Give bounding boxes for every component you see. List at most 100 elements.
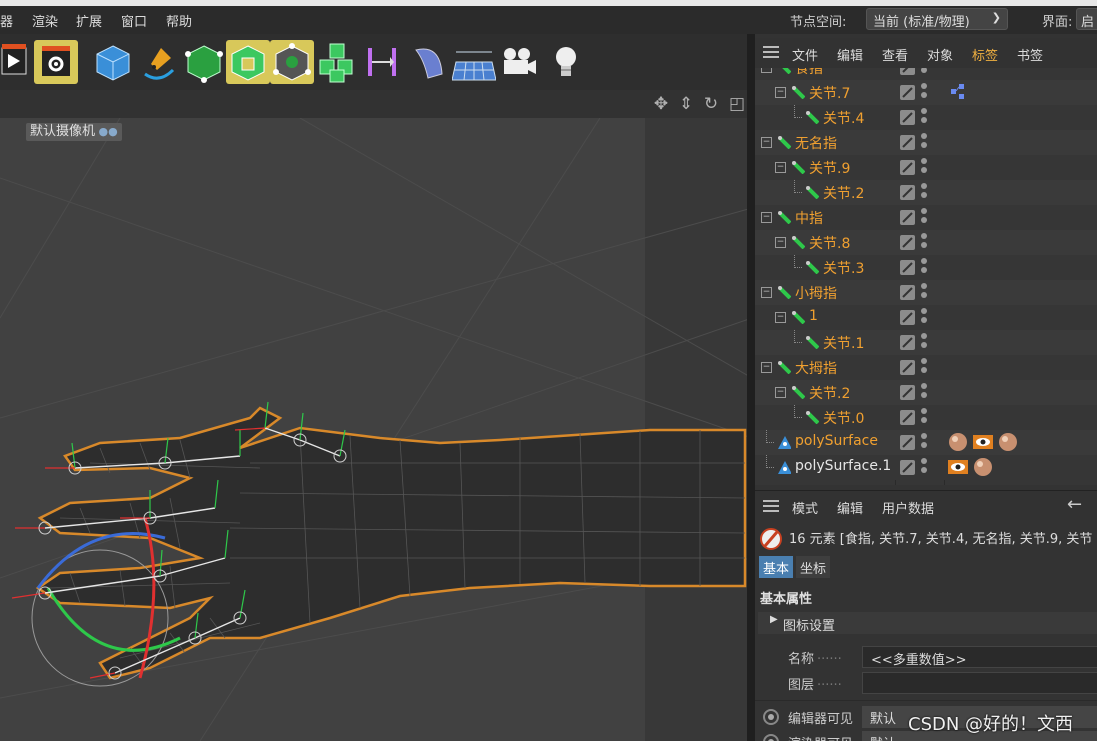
object-row[interactable]: − 关节.8 (755, 230, 1097, 255)
object-name-cell[interactable]: − 无名指 (755, 130, 895, 155)
volume-icon[interactable] (270, 40, 314, 84)
render-view-icon[interactable] (0, 40, 30, 84)
menu-item-render[interactable]: 渲染 (32, 11, 58, 30)
object-name-cell[interactable]: − 关节.9 (755, 155, 895, 180)
visibility-dots-icon[interactable] (921, 233, 927, 252)
object-row[interactable]: − 中指 (755, 205, 1097, 230)
panel-splitter[interactable] (747, 34, 755, 741)
collapse-icon[interactable]: − (761, 68, 772, 73)
material-ball-icon[interactable] (947, 431, 969, 453)
object-row[interactable]: 关节.1 (755, 330, 1097, 355)
object-name-cell[interactable]: − 小拇指 (755, 280, 895, 305)
object-name[interactable]: 关节.2 (809, 383, 850, 403)
cloner-icon[interactable] (316, 40, 360, 84)
visibility-dots-icon[interactable] (921, 133, 927, 152)
visibility-dots-icon[interactable] (921, 258, 927, 277)
visibility-dots-icon[interactable] (921, 408, 927, 427)
object-name-cell[interactable]: polySurface.1 (755, 455, 895, 480)
field-icon[interactable] (406, 40, 450, 84)
object-name-cell[interactable]: − 食指 (755, 68, 895, 80)
object-row[interactable]: polySurface.1 (755, 455, 1097, 480)
object-row[interactable]: 关节.3 (755, 255, 1097, 280)
object-row[interactable]: − 小拇指 (755, 280, 1097, 305)
menu-item-window[interactable]: 窗口 (121, 11, 147, 30)
pen-spline-icon[interactable] (137, 40, 181, 84)
object-name[interactable]: polySurface.1 (795, 458, 891, 474)
material-ball-icon[interactable] (997, 431, 1019, 453)
menu-item-tools[interactable]: 器 (0, 11, 13, 30)
om-menu-bookmarks[interactable]: 书签 (1017, 45, 1043, 64)
move-view-icon[interactable]: ✥ (652, 95, 670, 113)
om-menu-edit[interactable]: 编辑 (837, 45, 863, 64)
visibility-dots-icon[interactable] (921, 308, 927, 327)
object-name-cell[interactable]: 关节.3 (755, 255, 895, 280)
visibility-dots-icon[interactable] (921, 458, 927, 477)
layer-edit-icon[interactable] (900, 110, 915, 125)
collapse-icon[interactable]: − (775, 162, 786, 173)
render-settings-icon[interactable] (34, 40, 78, 84)
visibility-dots-icon[interactable] (921, 183, 927, 202)
menu-item-extensions[interactable]: 扩展 (76, 11, 102, 30)
object-name[interactable]: 关节.9 (809, 158, 850, 178)
layer-edit-icon[interactable] (900, 185, 915, 200)
layer-edit-icon[interactable] (900, 410, 915, 425)
object-row[interactable]: − 大拇指 (755, 355, 1097, 380)
deformer-icon[interactable] (360, 40, 404, 84)
collapse-icon[interactable]: − (761, 212, 772, 223)
visibility-dots-icon[interactable] (921, 108, 927, 127)
layout-dropdown[interactable]: 启 (1076, 8, 1097, 30)
object-name-cell[interactable]: 关节.0 (755, 405, 895, 430)
layer-edit-icon[interactable] (900, 135, 915, 150)
am-menu-user-data[interactable]: 用户数据 (882, 498, 934, 517)
om-menu-file[interactable]: 文件 (792, 45, 818, 64)
toggle-view-icon[interactable]: ◰ (728, 95, 746, 113)
layer-edit-icon[interactable] (900, 460, 915, 475)
visibility-dots-icon[interactable] (921, 283, 927, 302)
am-menu-edit[interactable]: 编辑 (837, 498, 863, 517)
om-menu-tags[interactable]: 标签 (972, 45, 998, 64)
visibility-dots-icon[interactable] (921, 68, 927, 77)
hamburger-icon[interactable] (763, 46, 779, 59)
object-name[interactable]: 关节.7 (809, 83, 850, 103)
camera-icon[interactable] (496, 40, 540, 84)
editor-visible-radio[interactable] (763, 709, 779, 725)
om-menu-view[interactable]: 查看 (882, 45, 908, 64)
collapse-icon[interactable]: − (775, 87, 786, 98)
object-name[interactable]: 无名指 (795, 133, 837, 153)
object-name[interactable]: 小拇指 (795, 283, 837, 303)
tab-coordinates[interactable]: 坐标 (796, 556, 831, 578)
tab-basic[interactable]: 基本 (759, 556, 794, 578)
layer-edit-icon[interactable] (900, 260, 915, 275)
object-name-cell[interactable]: 关节.2 (755, 180, 895, 205)
visibility-dots-icon[interactable] (921, 158, 927, 177)
collapse-icon[interactable]: − (775, 312, 786, 323)
layer-edit-icon[interactable] (900, 160, 915, 175)
camera-label[interactable]: 默认摄像机 ●● (26, 123, 122, 141)
rotate-view-icon[interactable]: ↻ (702, 95, 720, 113)
light-icon[interactable] (544, 40, 588, 84)
object-name-cell[interactable]: 关节.1 (755, 330, 895, 355)
object-name-cell[interactable]: 关节.4 (755, 105, 895, 130)
layer-edit-icon[interactable] (900, 385, 915, 400)
layer-edit-icon[interactable] (900, 285, 915, 300)
display-tag-icon[interactable] (972, 431, 994, 453)
object-name[interactable]: 关节.2 (823, 183, 864, 203)
object-name-cell[interactable]: −1 (755, 305, 895, 330)
object-name-cell[interactable]: − 关节.7 (755, 80, 895, 105)
layer-field[interactable] (862, 672, 1097, 694)
object-name[interactable]: 关节.4 (823, 108, 864, 128)
layer-edit-icon[interactable] (900, 68, 915, 75)
node-space-dropdown[interactable]: 当前 (标准/物理) ❯ (866, 8, 1008, 30)
object-name[interactable]: 大拇指 (795, 358, 837, 378)
back-arrow-icon[interactable]: ← (1067, 494, 1082, 515)
layer-edit-icon[interactable] (900, 310, 915, 325)
object-row[interactable]: polySurface (755, 430, 1097, 455)
render-visible-radio[interactable] (763, 734, 779, 741)
extrude-icon[interactable] (226, 40, 270, 84)
object-row[interactable]: 关节.2 (755, 180, 1097, 205)
object-row[interactable]: 关节.4 (755, 105, 1097, 130)
floor-icon[interactable] (451, 40, 497, 84)
object-row[interactable]: −1 (755, 305, 1097, 330)
layer-edit-icon[interactable] (900, 235, 915, 250)
name-field[interactable]: <<多重数值>> (862, 646, 1097, 668)
